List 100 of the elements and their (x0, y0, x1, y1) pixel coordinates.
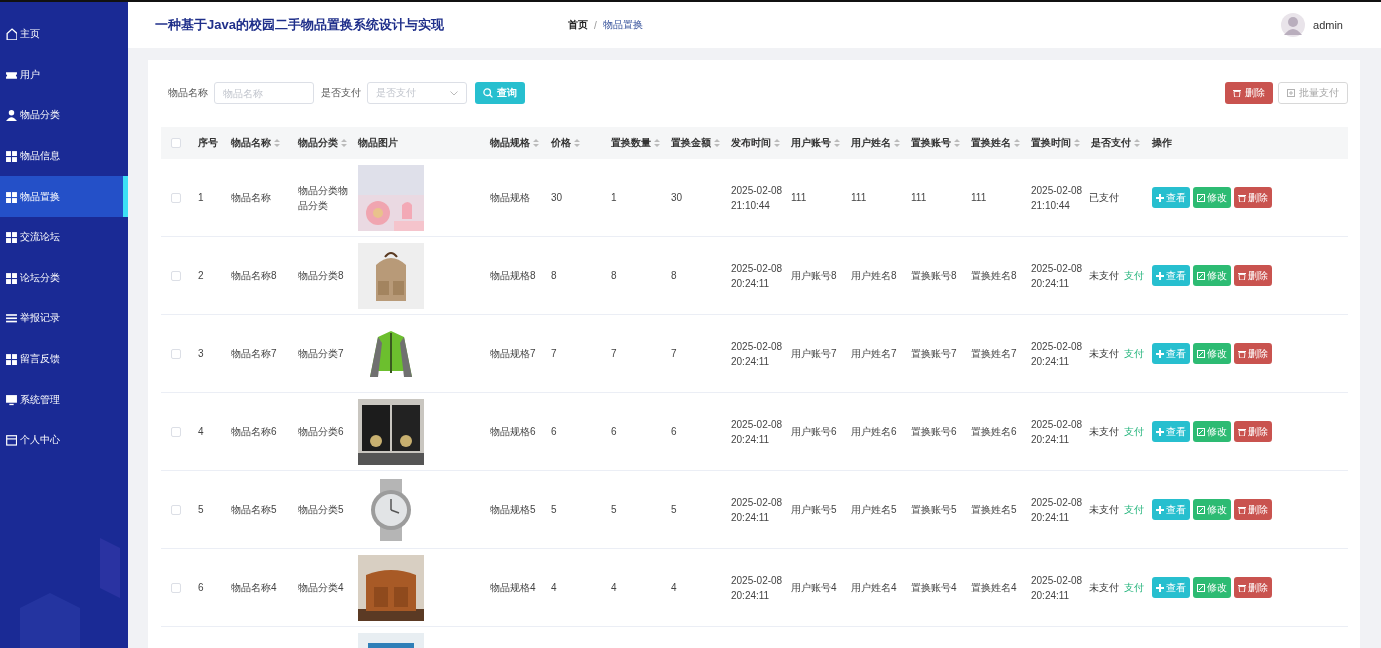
table-cell: 置换账号7 (911, 348, 957, 359)
checkbox[interactable] (171, 504, 181, 515)
table-cell: 物品规格6 (490, 426, 536, 437)
column-header[interactable]: 物品分类 (298, 136, 338, 150)
table-cell: 111 (851, 192, 867, 203)
pay-link[interactable]: 支付 (1124, 502, 1144, 517)
sort-icon[interactable] (834, 138, 840, 148)
table-cell: 2025-02-08 20:24:11 (731, 496, 783, 523)
column-header[interactable]: 置换金额 (671, 136, 711, 150)
table-cell: 置换姓名8 (971, 270, 1017, 281)
column-header[interactable]: 物品名称 (231, 136, 271, 150)
delete-button[interactable]: 删除 (1234, 343, 1272, 364)
checkbox[interactable] (171, 270, 181, 281)
table-cell: 物品分类5 (298, 504, 344, 515)
delete-button[interactable]: 删除 (1234, 499, 1272, 520)
table-cell: 2025-02-08 20:24:11 (1031, 418, 1083, 445)
view-button[interactable]: 查看 (1152, 265, 1190, 286)
table-cell: 7 (551, 348, 557, 359)
sort-icon[interactable] (774, 138, 780, 148)
table-cell: 2025-02-08 20:24:11 (731, 340, 783, 367)
table-cell: 4 (671, 582, 677, 593)
pay-link[interactable]: 支付 (1124, 424, 1144, 439)
checkbox[interactable] (171, 192, 181, 203)
column-header[interactable]: 用户账号 (791, 136, 831, 150)
view-button[interactable]: 查看 (1152, 187, 1190, 208)
avatar[interactable] (1281, 13, 1306, 37)
pay-link[interactable]: 支付 (1124, 580, 1144, 595)
table-cell: 用户账号6 (791, 426, 837, 437)
sort-icon[interactable] (341, 138, 347, 148)
delete-button[interactable]: 删除 (1225, 82, 1273, 104)
table-cell: 2025-02-08 21:10:44 (731, 184, 783, 211)
username[interactable]: admin (1313, 19, 1343, 31)
view-button[interactable]: 查看 (1152, 577, 1190, 598)
sort-icon[interactable] (954, 138, 960, 148)
sidebar-item[interactable]: 物品置换 (0, 176, 128, 217)
sidebar-item[interactable]: 主页 (0, 14, 128, 55)
column-header[interactable]: 置换账号 (911, 136, 951, 150)
column-header[interactable]: 发布时间 (731, 136, 771, 150)
sidebar-item[interactable]: 交流论坛 (0, 216, 128, 258)
grid-icon (6, 353, 17, 366)
table-cell: 1 (198, 192, 204, 203)
table-cell: 4 (551, 582, 557, 593)
field-label: 物品名称 (168, 86, 208, 100)
delete-button[interactable]: 删除 (1234, 577, 1272, 598)
sidebar-item[interactable]: 举报记录 (0, 298, 128, 339)
sort-icon[interactable] (274, 138, 280, 148)
breadcrumb-item[interactable]: 首页 (568, 18, 588, 32)
table-cell: 用户姓名8 (851, 270, 897, 281)
sort-icon[interactable] (574, 138, 580, 148)
user-icon (6, 109, 17, 122)
checkbox[interactable] (171, 348, 181, 359)
sort-icon[interactable] (654, 138, 660, 148)
pay-link[interactable]: 支付 (1124, 346, 1144, 361)
sort-icon[interactable] (894, 138, 900, 148)
sidebar-item[interactable]: 物品信息 (0, 135, 128, 177)
table-cell: 111 (971, 192, 987, 203)
column-header[interactable]: 物品规格 (490, 136, 530, 150)
view-button[interactable]: 查看 (1152, 343, 1190, 364)
checkbox[interactable] (171, 582, 181, 593)
delete-button[interactable]: 删除 (1234, 187, 1272, 208)
edit-button[interactable]: 修改 (1193, 499, 1231, 520)
delete-button[interactable]: 删除 (1234, 265, 1272, 286)
sidebar-item[interactable]: 论坛分类 (0, 257, 128, 299)
search-button[interactable]: 查询 (475, 82, 525, 104)
table-cell: 置换账号6 (911, 426, 957, 437)
card-icon (6, 434, 17, 447)
sidebar-item[interactable]: 系统管理 (0, 379, 128, 420)
column-header: 操作 (1152, 136, 1172, 150)
column-header[interactable]: 价格 (551, 136, 571, 150)
column-header[interactable]: 用户姓名 (851, 136, 891, 150)
table-cell: 111 (911, 192, 927, 203)
checkbox[interactable] (171, 426, 181, 437)
sort-icon[interactable] (533, 138, 539, 148)
sort-icon[interactable] (1134, 138, 1140, 148)
edit-button[interactable]: 修改 (1193, 421, 1231, 442)
table-cell: 物品规格 (490, 192, 530, 203)
column-header[interactable]: 置换时间 (1031, 136, 1071, 150)
column-header[interactable]: 置换姓名 (971, 136, 1011, 150)
sort-icon[interactable] (714, 138, 720, 148)
delete-button[interactable]: 删除 (1234, 421, 1272, 442)
view-button[interactable]: 查看 (1152, 499, 1190, 520)
sidebar-item[interactable]: 个人中心 (0, 419, 128, 461)
view-button[interactable]: 查看 (1152, 421, 1190, 442)
sort-icon[interactable] (1074, 138, 1080, 148)
sidebar-item[interactable]: 用户 (0, 54, 128, 96)
sort-icon[interactable] (1014, 138, 1020, 148)
edit-icon (1197, 427, 1205, 436)
column-header[interactable]: 置换数量 (611, 136, 651, 150)
edit-button[interactable]: 修改 (1193, 265, 1231, 286)
edit-button[interactable]: 修改 (1193, 577, 1231, 598)
table-cell: 4 (198, 426, 204, 437)
list-icon (6, 312, 17, 325)
checkbox[interactable] (171, 138, 181, 148)
table-cell: 3 (198, 348, 204, 359)
sidebar-item[interactable]: 留言反馈 (0, 338, 128, 380)
edit-button[interactable]: 修改 (1193, 343, 1231, 364)
pay-link[interactable]: 支付 (1124, 268, 1144, 283)
edit-button[interactable]: 修改 (1193, 187, 1231, 208)
column-header[interactable]: 是否支付 (1091, 136, 1131, 150)
sidebar-item[interactable]: 物品分类 (0, 95, 128, 136)
